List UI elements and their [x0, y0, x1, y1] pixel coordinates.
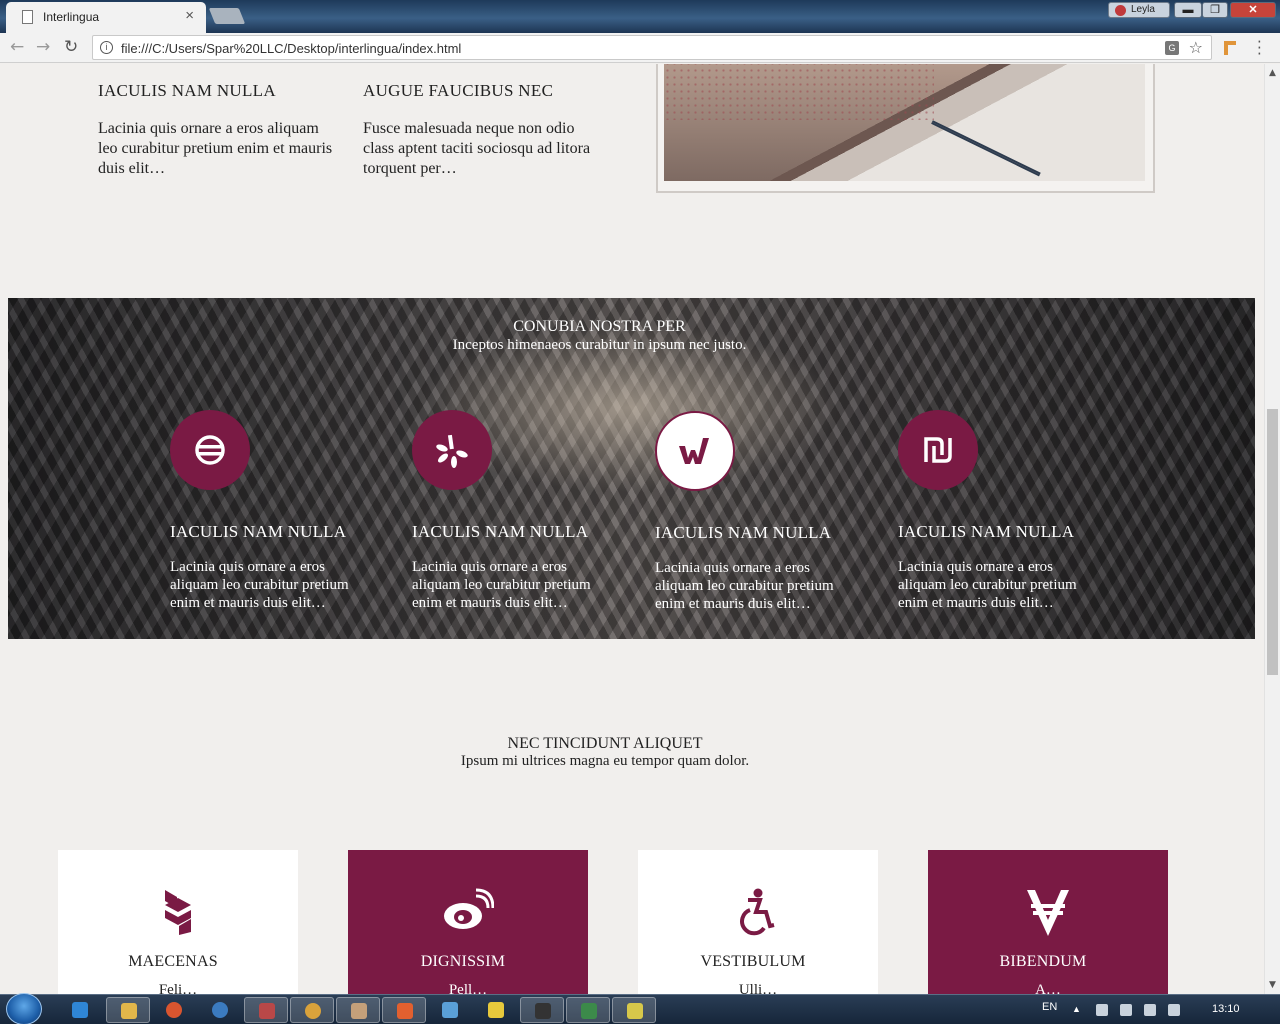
back-button[interactable]: ←: [10, 37, 24, 57]
reload-button[interactable]: ↻: [64, 37, 78, 57]
browser-titlebar: Interlingua × Leyla ▬ ❐ ✕: [0, 0, 1280, 33]
photo-frame: [656, 64, 1155, 193]
app-taskbar-icon[interactable]: [520, 997, 564, 1023]
card-bibendum[interactable]: BIBENDUM A…: [928, 850, 1168, 994]
flag-icon[interactable]: [1096, 1004, 1108, 1016]
feature-block: AUGUE FAUCIBUS NEC Fusce malesuada neque…: [363, 81, 603, 179]
card-title: MAECENAS: [128, 953, 218, 970]
app-taskbar-icon[interactable]: [382, 997, 426, 1023]
app-taskbar-icon[interactable]: [198, 997, 242, 1023]
app-taskbar-icon[interactable]: [566, 997, 610, 1023]
info-icon[interactable]: i: [100, 41, 113, 54]
app-taskbar-icon[interactable]: [244, 997, 288, 1023]
service-text: Lacinia quis ornare a eros aliquam leo c…: [412, 559, 591, 611]
wheelchair-icon: [638, 888, 878, 940]
card-title: DIGNISSIM: [420, 953, 506, 970]
card-vestibulum[interactable]: VESTIBULUM Ulli…: [638, 850, 878, 994]
new-tab-button[interactable]: [208, 8, 246, 24]
service-item: IACULIS NAM NULLA Lacinia quis ornare a …: [898, 410, 1098, 612]
browser-toolbar: ← → ↻ i file:///C:/Users/Spar%20LLC/Desk…: [0, 33, 1280, 63]
shekel-icon[interactable]: [898, 410, 978, 490]
service-title: IACULIS NAM NULLA: [655, 523, 832, 542]
forward-button[interactable]: →: [36, 37, 50, 57]
weibo-icon: [348, 888, 588, 940]
band-title: CONUBIA NOSTRA PER: [513, 318, 686, 335]
ring-icon[interactable]: [170, 410, 250, 490]
menu-icon[interactable]: · · ·: [1257, 35, 1262, 62]
document-icon: [22, 10, 33, 24]
minimize-button[interactable]: ▬: [1174, 2, 1202, 18]
card-text: Pell…: [448, 982, 488, 994]
card-text: Feli…: [158, 982, 198, 994]
tab-close-icon[interactable]: ×: [185, 7, 194, 24]
service-title: IACULIS NAM NULLA: [898, 522, 1075, 541]
language-indicator[interactable]: EN: [1042, 1001, 1057, 1013]
feature-title: AUGUE FAUCIBUS NEC: [363, 81, 554, 100]
service-item: IACULIS NAM NULLA Lacinia quis ornare a …: [412, 410, 612, 612]
service-title: IACULIS NAM NULLA: [412, 522, 589, 541]
card-maecenas[interactable]: MAECENAS Feli…: [58, 850, 298, 994]
dropbox-icon[interactable]: [1120, 1004, 1132, 1016]
card-text: Ulli…: [738, 982, 778, 994]
address-bar[interactable]: i file:///C:/Users/Spar%20LLC/Desktop/in…: [92, 35, 1212, 60]
app-taskbar-icon[interactable]: [428, 997, 472, 1023]
section-subtitle: Ipsum mi ultrices magna eu tempor quam d…: [460, 753, 750, 769]
service-text: Lacinia quis ornare a eros aliquam leo c…: [898, 559, 1077, 611]
app-taskbar-icon[interactable]: [336, 997, 380, 1023]
service-text: Lacinia quis ornare a eros aliquam leo c…: [655, 560, 834, 612]
app-taskbar-icon[interactable]: [612, 997, 656, 1023]
translate-icon[interactable]: G: [1165, 41, 1179, 55]
service-title: IACULIS NAM NULLA: [170, 522, 347, 541]
service-item: IACULIS NAM NULLA Lacinia quis ornare a …: [170, 410, 370, 612]
card-dignissim[interactable]: DIGNISSIM Pell…: [348, 850, 588, 994]
taskbar: EN ▲ 13:10: [0, 993, 1280, 1024]
start-button[interactable]: [6, 993, 42, 1024]
close-window-button[interactable]: ✕: [1230, 2, 1276, 18]
card-text: A…: [1035, 982, 1061, 994]
service-item: IACULIS NAM NULLA Lacinia quis ornare a …: [655, 411, 855, 613]
scrollbar-thumb[interactable]: [1267, 409, 1278, 675]
clock[interactable]: 13:10: [1212, 1003, 1240, 1015]
network-icon[interactable]: [1144, 1004, 1156, 1016]
app-taskbar-icon[interactable]: [474, 997, 518, 1023]
card-title: VESTIBULUM: [700, 953, 806, 970]
maximize-button[interactable]: ❐: [1202, 2, 1228, 18]
feature-text: Fusce malesuada neque non odio class apt…: [363, 120, 591, 177]
bookmark-star-icon[interactable]: ☆: [1189, 38, 1203, 57]
w-logo-icon[interactable]: [655, 411, 735, 491]
scroll-down-icon[interactable]: ▼: [1269, 980, 1276, 990]
user-icon: [1115, 5, 1126, 16]
book-photo: [664, 64, 1145, 181]
extension-icon[interactable]: [1224, 41, 1236, 55]
chrome-taskbar-icon[interactable]: [290, 997, 334, 1023]
section-title: NEC TINCIDUNT ALIQUET: [507, 735, 703, 752]
service-text: Lacinia quis ornare a eros aliquam leo c…: [170, 559, 349, 611]
page-viewport: IACULIS NAM NULLA Lacinia quis ornare a …: [0, 64, 1264, 994]
feature-title: IACULIS NAM NULLA: [98, 81, 276, 100]
explorer-taskbar-icon[interactable]: [106, 997, 150, 1023]
ie-taskbar-icon[interactable]: [58, 997, 102, 1023]
url-text[interactable]: file:///C:/Users/Spar%20LLC/Desktop/inte…: [121, 41, 461, 56]
volume-icon[interactable]: [1168, 1004, 1180, 1016]
band-subtitle: Inceptos himenaeos curabitur in ipsum ne…: [452, 337, 747, 353]
tab-title: Interlingua: [43, 10, 100, 24]
scroll-up-icon[interactable]: ▲: [1269, 68, 1276, 78]
profile-name: Leyla: [1131, 4, 1155, 15]
app-taskbar-icon[interactable]: [152, 997, 196, 1023]
page-scrollbar[interactable]: ▲ ▼: [1264, 64, 1280, 994]
card-title: BIBENDUM: [999, 953, 1087, 970]
profile-button[interactable]: Leyla: [1108, 2, 1170, 18]
yelp-icon[interactable]: [412, 410, 492, 490]
tray-expand-icon[interactable]: ▲: [1072, 1004, 1084, 1016]
hubspot-hex-icon: [58, 888, 298, 940]
viacoin-icon: [928, 888, 1168, 940]
feature-text: Lacinia quis ornare a eros aliquam leo c…: [98, 120, 333, 177]
feature-block: IACULIS NAM NULLA Lacinia quis ornare a …: [98, 81, 338, 179]
services-band: CONUBIA NOSTRA PER Inceptos himenaeos cu…: [8, 298, 1255, 639]
tab-interlingua[interactable]: Interlingua ×: [6, 2, 206, 33]
